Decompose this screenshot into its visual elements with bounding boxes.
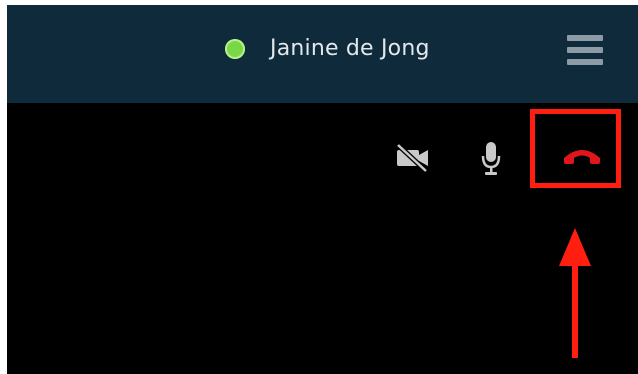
contact-name: Janine de Jong <box>270 36 430 61</box>
menu-button[interactable] <box>564 33 606 67</box>
microphone-toggle-button[interactable] <box>480 141 502 177</box>
microphone-icon <box>481 142 501 175</box>
call-window: Janine de Jong <box>7 5 638 374</box>
hangup-button[interactable] <box>562 144 602 168</box>
hamburger-menu-icon <box>567 35 603 41</box>
video-off-icon <box>396 143 428 173</box>
phone-hangup-icon <box>564 150 600 164</box>
call-header: Janine de Jong <box>7 5 638 103</box>
call-controls <box>7 103 638 374</box>
online-status-indicator <box>225 39 245 59</box>
video-toggle-button[interactable] <box>395 143 431 173</box>
